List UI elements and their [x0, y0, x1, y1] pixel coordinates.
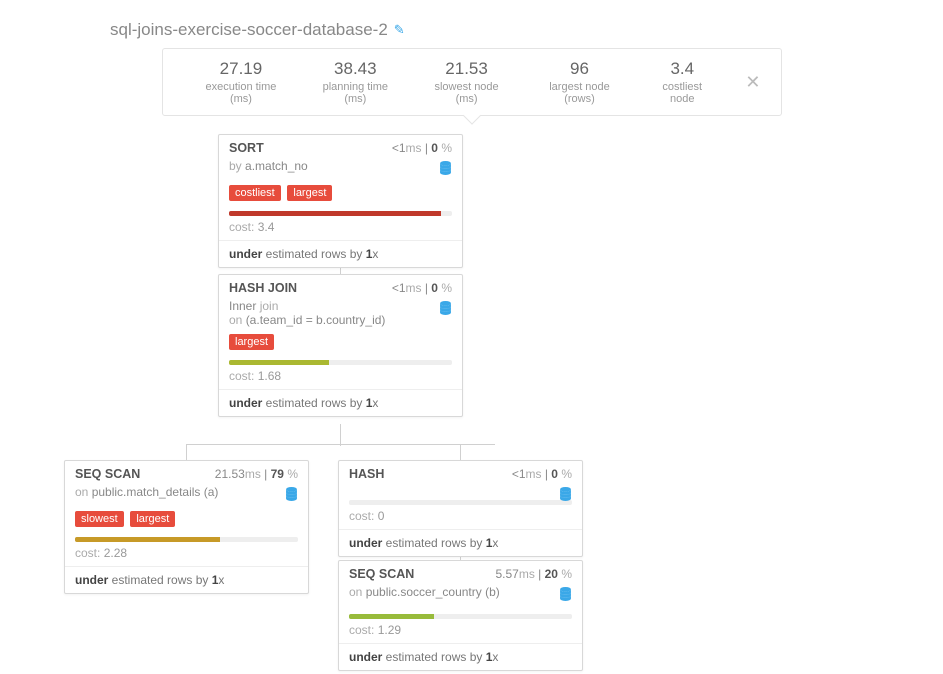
plan-node-seq-scan-1[interactable]: SEQ SCAN 21.53ms | 79 % on public.match_… [64, 460, 309, 594]
stat-value: 21.53 [425, 59, 508, 79]
node-badges: slowest largest [65, 510, 308, 533]
node-title: SEQ SCAN [349, 567, 414, 581]
node-title: SORT [229, 141, 264, 155]
page-title: sql-joins-exercise-soccer-database-2 [110, 20, 388, 40]
stat-label: costliest node [651, 81, 713, 105]
plan-node-seq-scan-2[interactable]: SEQ SCAN 5.57ms | 20 % on public.soccer_… [338, 560, 583, 671]
cost-bar [75, 537, 220, 542]
estimation-row: under estimated rows by 1x [219, 390, 462, 416]
stat-slowest-node: 21.53 slowest node (ms) [411, 59, 522, 105]
node-timing: 21.53ms | 79 % [215, 467, 298, 481]
node-subtitle: on public.match_details (a) [75, 485, 285, 499]
database-icon[interactable] [285, 487, 298, 504]
stat-label: slowest node (ms) [425, 81, 508, 105]
connector [460, 444, 461, 460]
database-icon[interactable] [559, 587, 572, 604]
node-timing: <1ms | 0 % [392, 281, 452, 295]
node-subtitle: Inner join on (a.team_id = b.country_id) [229, 299, 439, 327]
node-timing: <1ms | 0 % [392, 141, 452, 155]
stat-label: planning time (ms) [313, 81, 397, 105]
cost-value: 2.28 [104, 546, 127, 560]
connector [186, 444, 495, 445]
cost-value: 3.4 [258, 220, 275, 234]
stat-planning-time: 38.43 planning time (ms) [299, 59, 411, 105]
node-title: HASH JOIN [229, 281, 297, 295]
estimation-row: under estimated rows by 1x [219, 241, 462, 267]
node-badges: costliest largest [219, 184, 462, 207]
close-icon[interactable]: ✕ [745, 72, 760, 93]
estimation-row: under estimated rows by 1x [339, 644, 582, 670]
badge-largest: largest [287, 185, 332, 201]
node-title: HASH [349, 467, 384, 481]
page-header: sql-joins-exercise-soccer-database-2 ✎ 2… [20, 20, 923, 116]
cost-bar [229, 360, 329, 365]
estimation-row: under estimated rows by 1x [65, 567, 308, 593]
connector [340, 424, 341, 446]
stat-label: execution time (ms) [197, 81, 286, 105]
stat-execution-time: 27.19 execution time (ms) [183, 59, 300, 105]
cost-value: 0 [378, 509, 385, 523]
node-timing: <1ms | 0 % [512, 467, 572, 481]
node-timing: 5.57ms | 20 % [495, 567, 572, 581]
cost-bar [349, 614, 434, 619]
stat-value: 38.43 [313, 59, 397, 79]
plan-node-sort[interactable]: SORT <1ms | 0 % by a.match_no costliest … [218, 134, 463, 268]
database-icon[interactable] [439, 301, 452, 318]
badge-slowest: slowest [75, 511, 124, 527]
node-subtitle: on public.soccer_country (b) [349, 585, 559, 599]
badge-largest: largest [130, 511, 175, 527]
stat-value: 96 [536, 59, 623, 79]
connector [186, 444, 187, 460]
stat-largest-node: 96 largest node (rows) [522, 59, 637, 105]
estimation-row: under estimated rows by 1x [339, 530, 582, 556]
node-badges: largest [219, 333, 462, 356]
node-subtitle: by a.match_no [229, 159, 439, 173]
database-icon[interactable] [559, 487, 572, 504]
stat-costliest-node: 3.4 costliest node [637, 59, 727, 105]
title-row: sql-joins-exercise-soccer-database-2 ✎ [110, 20, 923, 40]
database-icon[interactable] [439, 161, 452, 178]
cost-bar [229, 211, 441, 216]
badge-largest: largest [229, 334, 274, 350]
plan-node-hash-join[interactable]: HASH JOIN <1ms | 0 % Inner join on (a.te… [218, 274, 463, 417]
plan-node-hash[interactable]: HASH <1ms | 0 % cost: 0 under estimated … [338, 460, 583, 557]
stat-value: 3.4 [651, 59, 713, 79]
cost-value: 1.29 [378, 623, 401, 637]
cost-value: 1.68 [258, 369, 281, 383]
edit-icon[interactable]: ✎ [394, 22, 405, 38]
node-title: SEQ SCAN [75, 467, 140, 481]
badge-costliest: costliest [229, 185, 281, 201]
node-subtitle [349, 485, 559, 499]
query-plan-tree: SORT <1ms | 0 % by a.match_no costliest … [20, 134, 923, 654]
summary-stats-bar: 27.19 execution time (ms) 38.43 planning… [162, 48, 782, 116]
stat-value: 27.19 [197, 59, 286, 79]
stat-label: largest node (rows) [536, 81, 623, 105]
